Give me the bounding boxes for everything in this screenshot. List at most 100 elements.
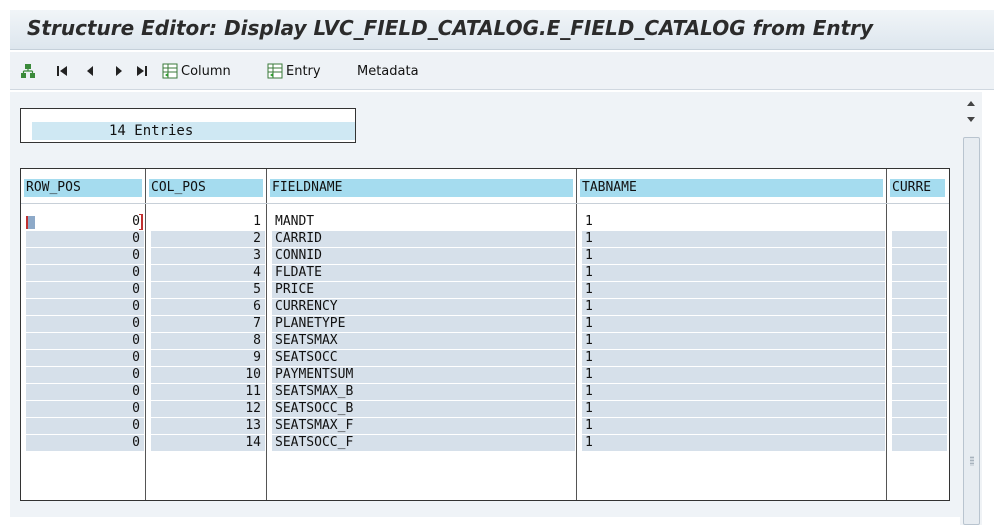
- cell-fieldname[interactable]: PLANETYPE: [272, 316, 575, 332]
- last-page-icon[interactable]: [136, 62, 148, 80]
- cell-fieldname[interactable]: CURRENCY: [272, 299, 575, 315]
- cell-tabname[interactable]: 1: [582, 316, 885, 332]
- cell-col-pos[interactable]: 8: [151, 333, 265, 349]
- previous-page-icon[interactable]: [85, 62, 95, 80]
- cell-row-pos[interactable]: 0: [26, 333, 144, 349]
- cell-fieldname[interactable]: MANDT: [272, 214, 575, 230]
- cell-row-pos[interactable]: 0: [26, 248, 144, 264]
- cell-fieldname[interactable]: SEATSOCC: [272, 350, 575, 366]
- cell-col-pos[interactable]: 3: [151, 248, 265, 264]
- cell-tabname[interactable]: 1: [582, 401, 885, 417]
- cell-row-pos[interactable]: 0: [26, 418, 144, 434]
- cell-tabname[interactable]: 1: [582, 435, 885, 451]
- cell-col-pos[interactable]: 6: [151, 299, 265, 315]
- cell-fieldname[interactable]: SEATSMAX_F: [272, 418, 575, 434]
- column-header-tabname[interactable]: TABNAME: [580, 179, 883, 197]
- cell-fieldname[interactable]: CONNID: [272, 248, 575, 264]
- column-button[interactable]: Column: [162, 62, 231, 80]
- cell-col-pos[interactable]: 10: [151, 367, 265, 383]
- cell-col-pos[interactable]: 7: [151, 316, 265, 332]
- table-row[interactable]: 0 12 SEATSOCC_B 1: [21, 401, 949, 417]
- cell-tabname[interactable]: 1: [582, 350, 885, 366]
- next-page-icon[interactable]: [114, 62, 124, 80]
- table-row[interactable]: 0 2 CARRID 1: [21, 231, 949, 247]
- cell-curre[interactable]: [892, 231, 947, 247]
- cell-row-pos[interactable]: 0: [26, 231, 144, 247]
- cell-col-pos[interactable]: 14: [151, 435, 265, 451]
- cell-fieldname[interactable]: SEATSMAX: [272, 333, 575, 349]
- cell-tabname[interactable]: 1: [582, 299, 885, 315]
- column-header-col-pos[interactable]: COL_POS: [149, 179, 263, 197]
- cell-curre[interactable]: [892, 299, 947, 315]
- column-header-row-pos[interactable]: ROW_POS: [24, 179, 142, 197]
- cell-tabname[interactable]: 1: [582, 367, 885, 383]
- first-page-icon[interactable]: [56, 62, 68, 80]
- cell-tabname[interactable]: 1: [582, 214, 885, 230]
- cell-curre[interactable]: [892, 265, 947, 281]
- table-row[interactable]: 0 1 MANDT 1: [21, 214, 949, 230]
- cell-fieldname[interactable]: SEATSOCC_F: [272, 435, 575, 451]
- table-row[interactable]: 0 3 CONNID 1: [21, 248, 949, 264]
- cell-fieldname[interactable]: FLDATE: [272, 265, 575, 281]
- cell-tabname[interactable]: 1: [582, 384, 885, 400]
- cell-row-pos[interactable]: 0: [26, 299, 144, 315]
- cell-tabname[interactable]: 1: [582, 248, 885, 264]
- cell-curre[interactable]: [892, 435, 947, 451]
- table-row[interactable]: 0 5 PRICE 1: [21, 282, 949, 298]
- cell-tabname[interactable]: 1: [582, 265, 885, 281]
- entry-button[interactable]: Entry: [267, 62, 321, 80]
- cell-curre[interactable]: [892, 282, 947, 298]
- cell-curre[interactable]: [892, 350, 947, 366]
- cell-row-pos[interactable]: 0: [26, 435, 144, 451]
- cell-col-pos[interactable]: 13: [151, 418, 265, 434]
- cell-fieldname[interactable]: PAYMENTSUM: [272, 367, 575, 383]
- vertical-scrollbar[interactable]: [960, 92, 982, 525]
- cell-row-pos[interactable]: 0: [26, 367, 144, 383]
- scroll-up-icon[interactable]: [965, 95, 977, 107]
- cell-curre[interactable]: [892, 367, 947, 383]
- cell-row-pos[interactable]: 0: [26, 282, 144, 298]
- cell-tabname[interactable]: 1: [582, 282, 885, 298]
- table-row[interactable]: 0 10 PAYMENTSUM 1: [21, 367, 949, 383]
- cell-col-pos[interactable]: 11: [151, 384, 265, 400]
- cell-curre[interactable]: [892, 316, 947, 332]
- cell-row-pos[interactable]: 0: [26, 316, 144, 332]
- table-row[interactable]: 0 9 SEATSOCC 1: [21, 350, 949, 366]
- table-row[interactable]: 0 8 SEATSMAX 1: [21, 333, 949, 349]
- cell-col-pos[interactable]: 4: [151, 265, 265, 281]
- cell-tabname[interactable]: 1: [582, 418, 885, 434]
- structure-icon[interactable]: [20, 62, 36, 80]
- column-header-fieldname[interactable]: FIELDNAME: [270, 179, 573, 197]
- table-row[interactable]: 0 11 SEATSMAX_B 1: [21, 384, 949, 400]
- scroll-down-icon[interactable]: [965, 110, 977, 122]
- cell-col-pos[interactable]: 1: [151, 214, 265, 230]
- cell-tabname[interactable]: 1: [582, 231, 885, 247]
- cell-curre[interactable]: [892, 214, 947, 230]
- scroll-thumb[interactable]: [963, 137, 980, 525]
- cell-curre[interactable]: [892, 384, 947, 400]
- table-row[interactable]: 0 14 SEATSOCC_F 1: [21, 435, 949, 451]
- table-row[interactable]: 0 13 SEATSMAX_F 1: [21, 418, 949, 434]
- column-header-curre[interactable]: CURRE: [890, 179, 945, 197]
- cell-col-pos[interactable]: 12: [151, 401, 265, 417]
- cell-curre[interactable]: [892, 401, 947, 417]
- cell-curre[interactable]: [892, 418, 947, 434]
- cell-fieldname[interactable]: SEATSMAX_B: [272, 384, 575, 400]
- cell-row-pos[interactable]: 0: [26, 350, 144, 366]
- cell-col-pos[interactable]: 2: [151, 231, 265, 247]
- table-row[interactable]: 0 6 CURRENCY 1: [21, 299, 949, 315]
- cell-curre[interactable]: [892, 333, 947, 349]
- table-row[interactable]: 0 4 FLDATE 1: [21, 265, 949, 281]
- cell-row-pos[interactable]: 0: [26, 384, 144, 400]
- cell-col-pos[interactable]: 9: [151, 350, 265, 366]
- metadata-button[interactable]: Metadata: [354, 62, 419, 80]
- table-row[interactable]: 0 7 PLANETYPE 1: [21, 316, 949, 332]
- cell-fieldname[interactable]: CARRID: [272, 231, 575, 247]
- cell-row-pos[interactable]: 0: [26, 265, 144, 281]
- cell-row-pos[interactable]: 0: [26, 214, 144, 230]
- cell-row-pos[interactable]: 0: [26, 401, 144, 417]
- cell-fieldname[interactable]: SEATSOCC_B: [272, 401, 575, 417]
- cell-curre[interactable]: [892, 248, 947, 264]
- cell-col-pos[interactable]: 5: [151, 282, 265, 298]
- cell-fieldname[interactable]: PRICE: [272, 282, 575, 298]
